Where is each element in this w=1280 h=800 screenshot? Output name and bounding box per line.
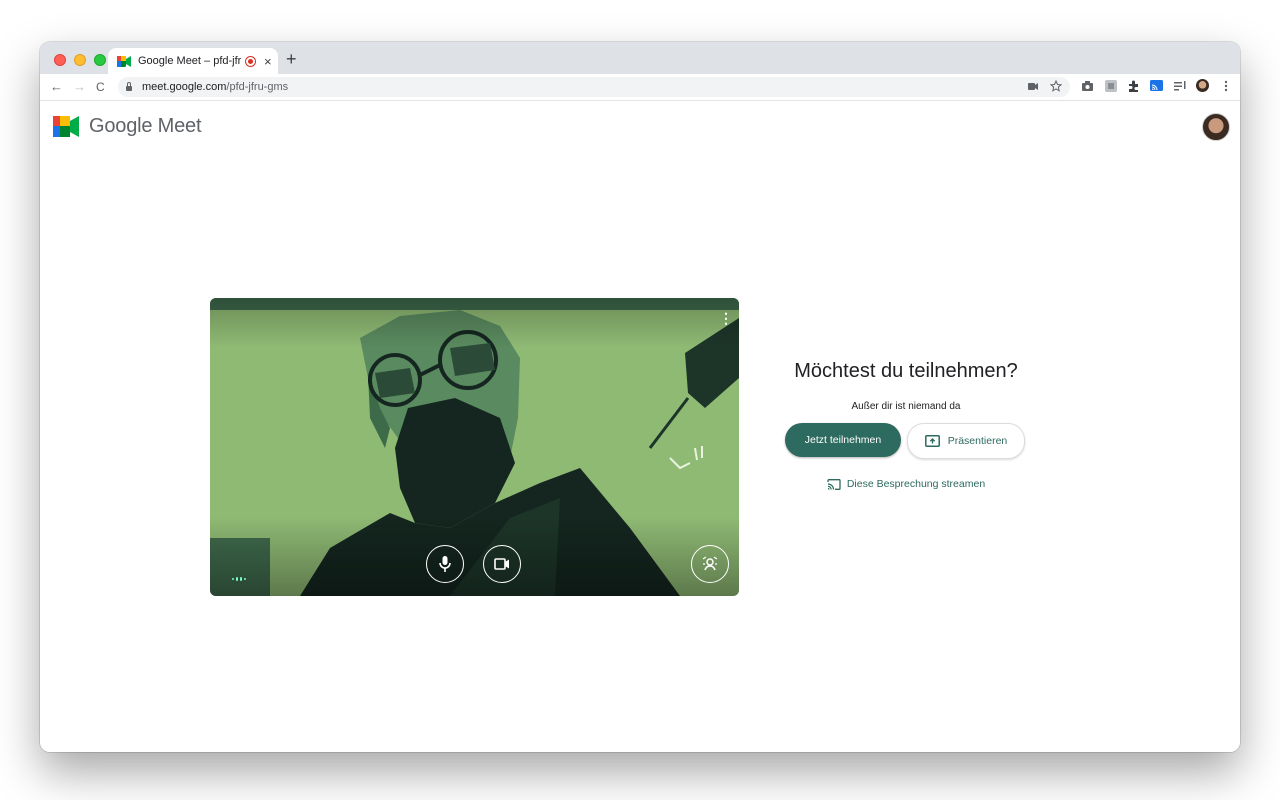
url-host: meet.google.com xyxy=(142,81,227,93)
screenshot-icon[interactable] xyxy=(1081,79,1094,92)
self-video-preview: ⋮ xyxy=(210,298,739,596)
recording-dot-icon xyxy=(246,56,255,66)
participants-status: Außer dir ist niemand da xyxy=(851,401,961,412)
bookmark-star-icon[interactable] xyxy=(1050,80,1062,92)
cast-stream-icon xyxy=(827,478,841,490)
back-icon[interactable]: ← xyxy=(50,78,63,96)
extension-grey-icon[interactable] xyxy=(1104,79,1117,92)
present-button[interactable]: Präsentieren xyxy=(907,423,1025,459)
forward-icon[interactable]: → xyxy=(73,78,86,96)
window-controls xyxy=(54,54,106,66)
reload-icon[interactable]: C xyxy=(96,78,105,96)
join-title: Möchtest du teilnehmen? xyxy=(794,360,1018,382)
close-window-button[interactable] xyxy=(54,54,66,66)
minimize-window-button[interactable] xyxy=(74,54,86,66)
browser-tab[interactable]: Google Meet – pfd-jfru-gms × xyxy=(108,48,278,74)
tab-strip: Google Meet – pfd-jfru-gms × + xyxy=(40,42,1240,74)
audio-level-indicator xyxy=(232,577,246,581)
tab-close-icon[interactable]: × xyxy=(264,55,272,68)
profile-avatar-icon[interactable] xyxy=(1196,79,1209,92)
present-button-label: Präsentieren xyxy=(947,435,1008,447)
background-effects-icon xyxy=(702,556,718,571)
url-path: /pfd-jfru-gms xyxy=(226,81,289,93)
stream-meeting-link[interactable]: Diese Besprechung streamen xyxy=(776,478,1036,490)
video-more-options-icon[interactable]: ⋮ xyxy=(719,311,733,325)
tab-title: Google Meet – pfd-jfru-gms xyxy=(138,55,242,67)
meet-page: Google Meet Möchtest du teilnehmen? Auße… xyxy=(40,101,1240,752)
camera-button[interactable] xyxy=(483,545,521,583)
camera-icon xyxy=(494,558,509,570)
new-tab-button[interactable]: + xyxy=(286,49,297,69)
join-now-button[interactable]: Jetzt teilnehmen xyxy=(785,423,901,457)
browser-toolbar: ← → C meet.google.com/pfd-jfru-gms xyxy=(40,74,1240,101)
google-meet-logo[interactable]: Google Meet xyxy=(53,115,202,138)
logo-text: Google Meet xyxy=(89,115,202,137)
join-actions: Jetzt teilnehmen Präsentieren xyxy=(774,423,1036,459)
lock-icon[interactable] xyxy=(126,82,132,91)
video-top-shade xyxy=(210,298,739,348)
puzzle-icon[interactable] xyxy=(1127,79,1140,92)
extension-toolbar xyxy=(1081,79,1232,92)
microphone-button[interactable] xyxy=(426,545,464,583)
browser-window: Google Meet – pfd-jfru-gms × + ← → C mee… xyxy=(40,42,1240,752)
camera-in-use-icon[interactable] xyxy=(1028,82,1038,90)
reading-list-icon[interactable] xyxy=(1173,79,1186,92)
account-avatar[interactable] xyxy=(1202,113,1230,141)
video-bottom-shade xyxy=(210,516,739,596)
address-bar[interactable]: meet.google.com/pfd-jfru-gms xyxy=(118,77,1070,97)
join-panel: Möchtest du teilnehmen? Außer dir ist ni… xyxy=(776,360,1036,490)
background-effects-button[interactable] xyxy=(691,545,729,583)
microphone-icon xyxy=(439,556,451,572)
zoom-window-button[interactable] xyxy=(94,54,106,66)
meet-logo-icon xyxy=(53,116,79,137)
menu-dots-icon[interactable] xyxy=(1219,79,1232,92)
meet-favicon-icon xyxy=(117,55,131,67)
cast-icon[interactable] xyxy=(1150,79,1163,92)
stream-link-label: Diese Besprechung streamen xyxy=(846,478,986,490)
present-screen-icon xyxy=(924,435,940,447)
